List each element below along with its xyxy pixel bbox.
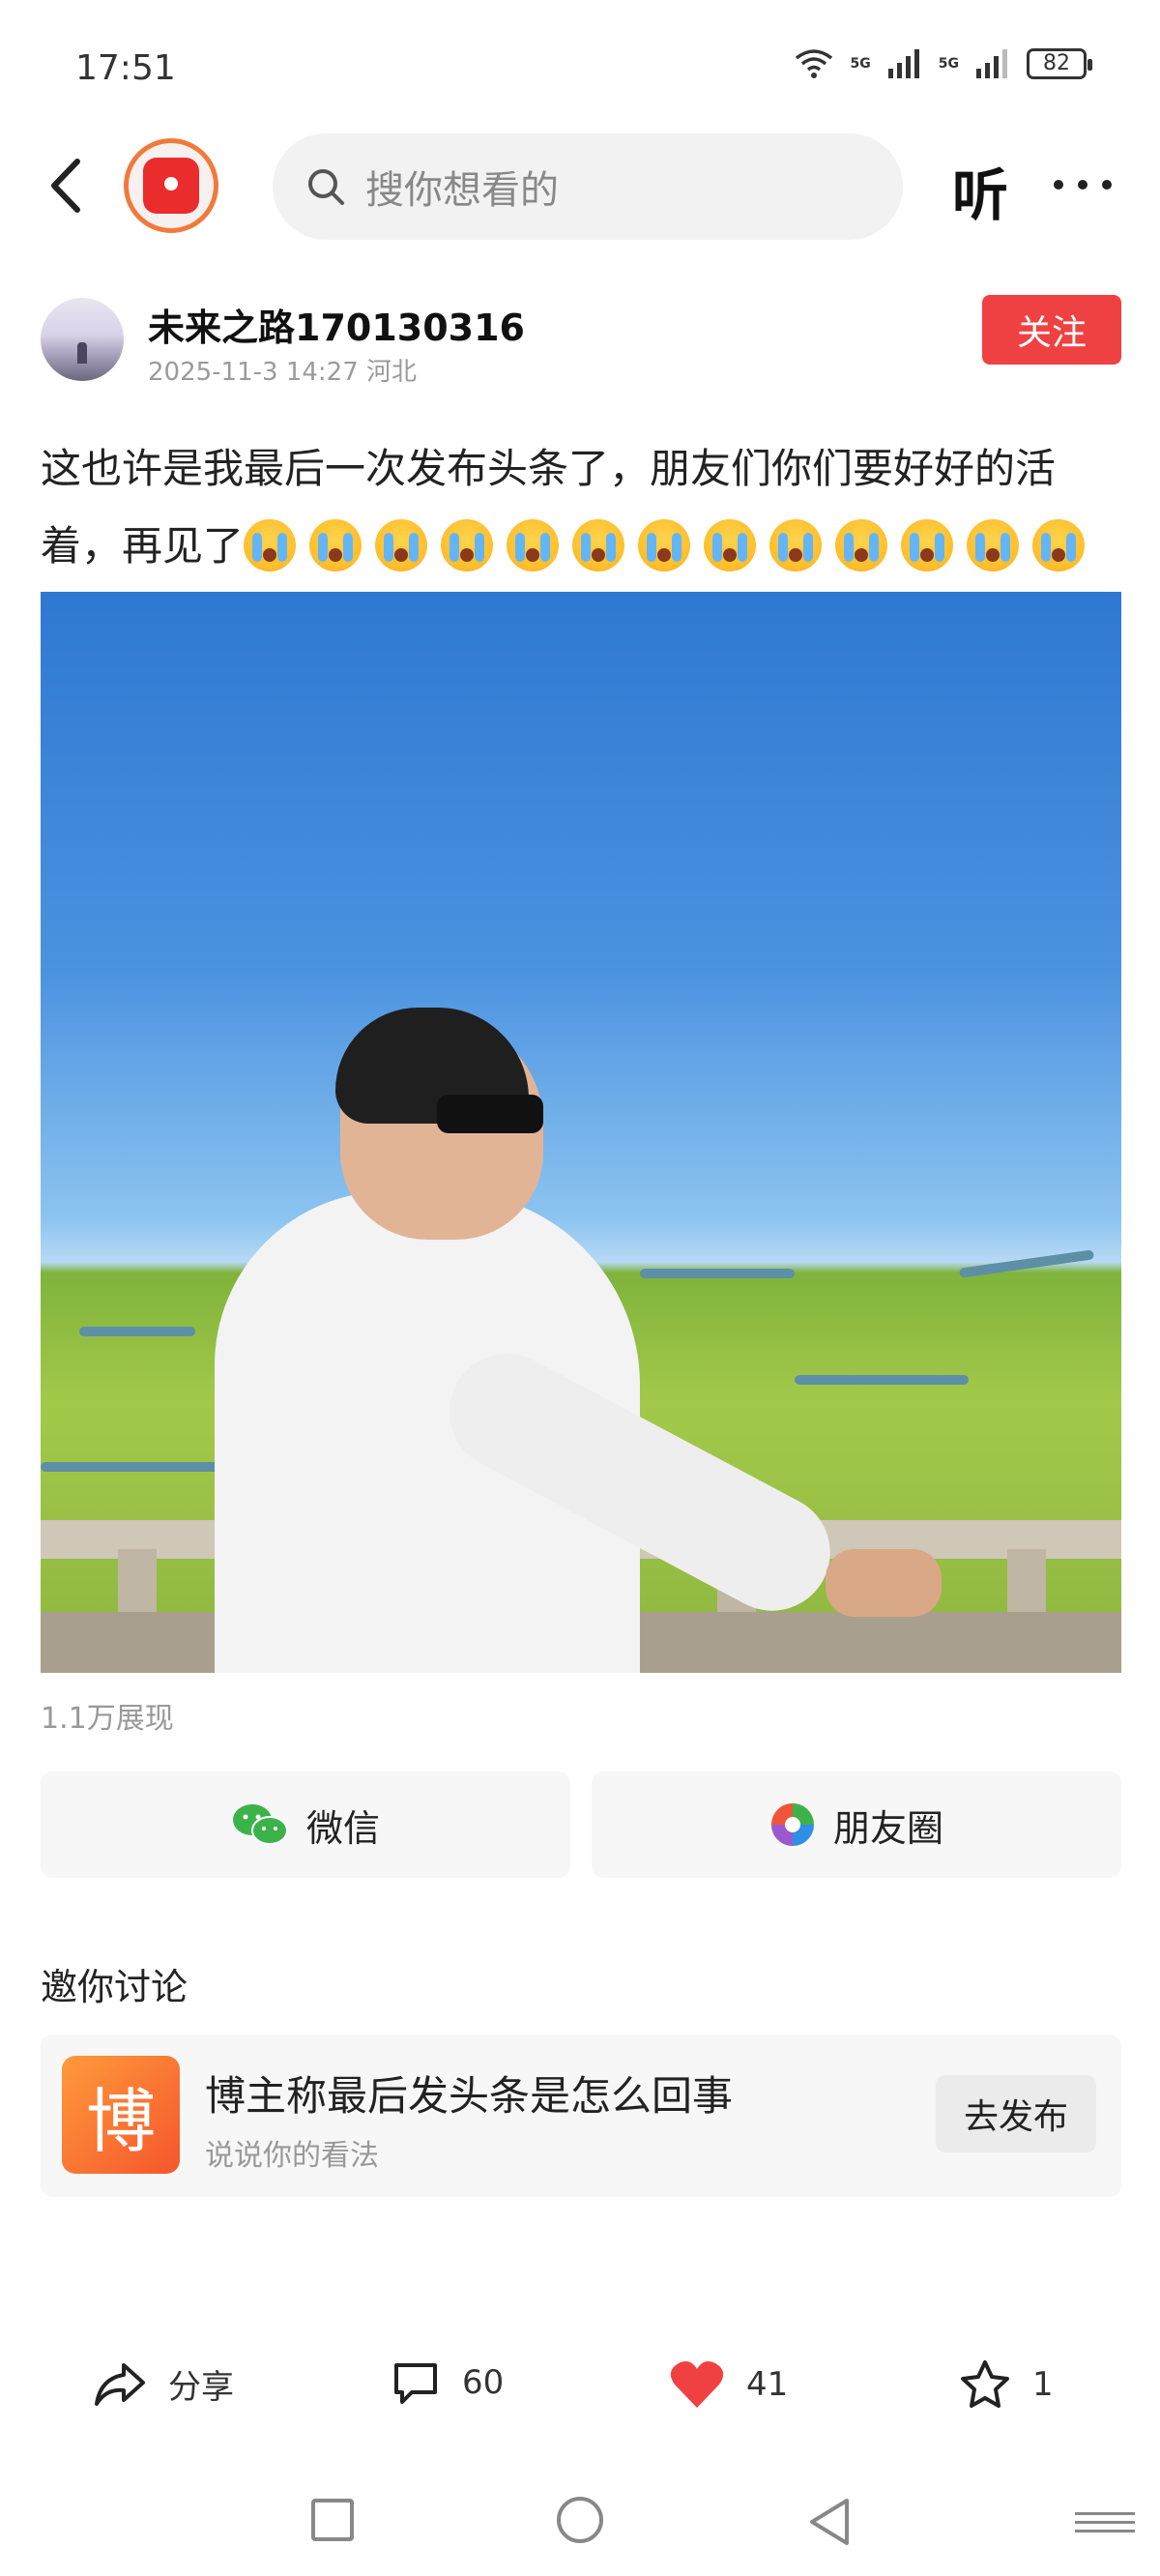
toutiao-logo-icon xyxy=(143,158,199,214)
moments-icon xyxy=(770,1803,814,1846)
bottom-action-bar: 分享 60 41 1 xyxy=(0,2340,1160,2446)
crying-emoji-icon xyxy=(704,519,757,571)
emoji-row xyxy=(244,519,1098,571)
favorite-count: 1 xyxy=(1032,2365,1054,2404)
status-bar: 17:51 5G 5G 82 xyxy=(0,0,1160,135)
topic-subtitle: 说说你的看法 xyxy=(205,2139,379,2173)
crying-emoji-icon xyxy=(769,519,823,571)
like-action[interactable]: 41 xyxy=(669,2359,788,2410)
wechat-icon xyxy=(232,1804,288,1845)
menu-lines-icon[interactable] xyxy=(1075,2512,1135,2538)
discussion-section-title: 邀你讨论 xyxy=(41,1966,188,2008)
comment-icon xyxy=(394,2363,437,2404)
back-arrow-icon[interactable] xyxy=(39,152,97,220)
share-wechat-button[interactable]: 微信 xyxy=(41,1771,570,1878)
post-timestamp-location: 2025-11-3 14:27 河北 xyxy=(148,358,418,387)
topic-badge: 博 xyxy=(62,2056,180,2174)
author-avatar[interactable] xyxy=(41,298,124,381)
signal-icon xyxy=(887,49,919,78)
listen-button[interactable]: 听 xyxy=(952,150,1008,231)
system-back-icon[interactable] xyxy=(806,2497,851,2547)
crying-emoji-icon xyxy=(244,519,297,571)
search-placeholder: 搜你想看的 xyxy=(365,168,559,213)
post-text: 这也许是我最后一次发布头条了，朋友们你们要好好的活着，再见了 xyxy=(41,430,1123,585)
home-icon[interactable] xyxy=(557,2497,603,2543)
crying-emoji-icon xyxy=(638,519,691,571)
system-nav-bar xyxy=(0,2475,1160,2576)
more-options-icon[interactable] xyxy=(1054,165,1112,204)
search-icon xyxy=(308,169,344,205)
crying-emoji-icon xyxy=(901,519,954,571)
wechat-label: 微信 xyxy=(305,1806,380,1850)
crying-emoji-icon xyxy=(309,519,362,571)
top-nav: 搜你想看的 听 xyxy=(0,131,1160,242)
status-icons: 5G 5G 82 xyxy=(795,48,1092,79)
status-time: 17:51 xyxy=(75,48,176,88)
star-icon xyxy=(961,2360,1009,2408)
crying-emoji-icon xyxy=(441,519,494,571)
share-arrow-icon xyxy=(95,2363,145,2406)
topic-title: 博主称最后发头条是怎么回事 xyxy=(205,2072,734,2120)
post-photo[interactable] xyxy=(41,592,1121,1673)
crying-emoji-icon xyxy=(835,519,888,571)
comment-count: 60 xyxy=(462,2363,505,2402)
crying-emoji-icon xyxy=(1032,519,1086,571)
share-action[interactable]: 分享 xyxy=(93,2359,234,2408)
crying-emoji-icon xyxy=(967,519,1020,571)
network-label-1: 5G xyxy=(850,56,871,72)
recents-icon[interactable] xyxy=(311,2499,354,2541)
view-count: 1.1万展现 xyxy=(41,1702,174,1736)
search-bar[interactable]: 搜你想看的 xyxy=(273,133,903,240)
crying-emoji-icon xyxy=(375,519,428,571)
app-logo[interactable] xyxy=(124,138,218,233)
battery-indicator: 82 xyxy=(1027,48,1092,79)
network-label-2: 5G xyxy=(938,56,959,72)
like-count: 41 xyxy=(746,2365,789,2404)
follow-button[interactable]: 关注 xyxy=(982,295,1121,365)
discussion-topic-card[interactable]: 博 博主称最后发头条是怎么回事 说说你的看法 去发布 xyxy=(41,2034,1121,2197)
favorite-action[interactable]: 1 xyxy=(959,2359,1054,2410)
signal-icon-2 xyxy=(976,49,1007,78)
comment-action[interactable]: 60 xyxy=(391,2359,504,2406)
heart-icon xyxy=(670,2361,724,2408)
crying-emoji-icon xyxy=(572,519,625,571)
wifi-icon xyxy=(795,49,832,78)
share-action-label: 分享 xyxy=(168,2367,234,2407)
publish-button[interactable]: 去发布 xyxy=(936,2075,1096,2152)
author-name[interactable]: 未来之路170130316 xyxy=(148,298,525,351)
moments-label: 朋友圈 xyxy=(832,1806,943,1850)
share-moments-button[interactable]: 朋友圈 xyxy=(592,1771,1121,1878)
crying-emoji-icon xyxy=(507,519,560,571)
